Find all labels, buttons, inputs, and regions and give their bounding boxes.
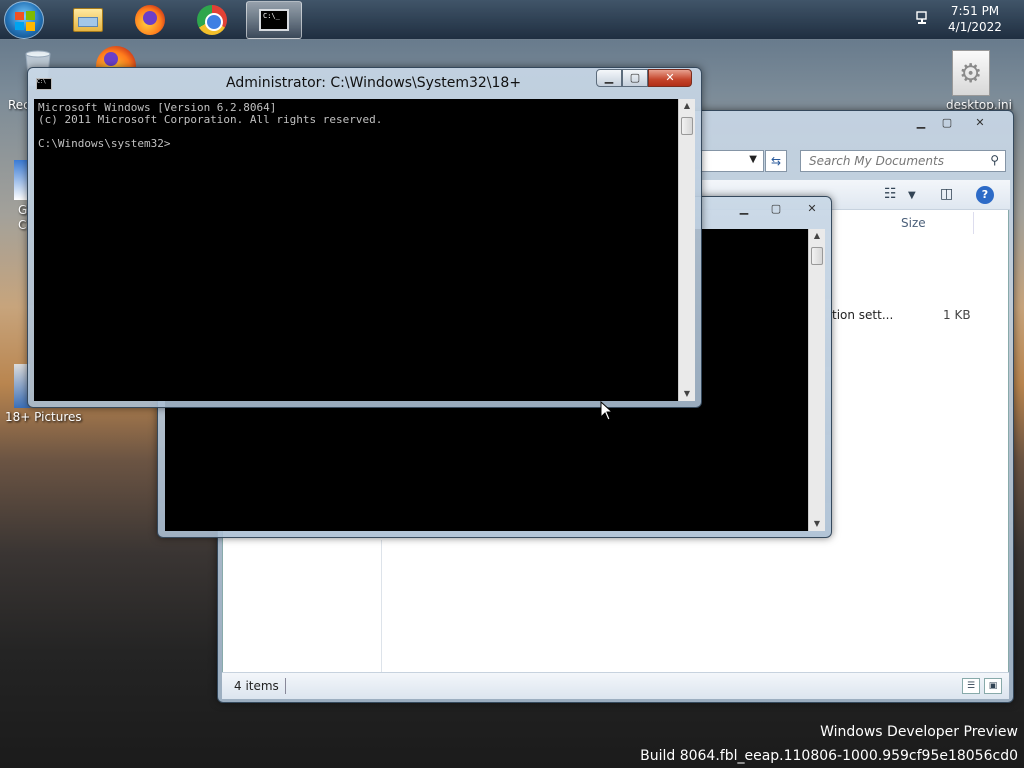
item-count: 4 items [234, 679, 279, 693]
help-icon[interactable]: ? [976, 186, 994, 204]
network-icon[interactable] [915, 10, 931, 26]
console-output[interactable]: Microsoft Windows [Version 6.2.8064] (c)… [34, 99, 678, 401]
cmd-title-icon[interactable]: C:\ [36, 78, 52, 90]
scroll-down-icon[interactable]: ▼ [809, 517, 825, 531]
system-clock[interactable]: 7:51 PM 4/1/2022 [940, 3, 1010, 35]
cmd-window-front: C:\ Administrator: C:\Windows\System32\1… [27, 67, 702, 408]
start-button[interactable] [4, 1, 44, 39]
status-divider [285, 678, 286, 694]
view-options-icon[interactable]: ☷ [884, 186, 897, 202]
taskbar: C:\_ 7:51 PM 4/1/2022 [0, 0, 1024, 40]
scroll-up-icon[interactable]: ▲ [679, 99, 695, 113]
taskbar-cmd-button[interactable]: C:\_ [246, 1, 302, 39]
cmd-front-caption-buttons: ▁ ▢ ✕ [596, 69, 692, 87]
taskbar-firefox-button[interactable] [122, 1, 178, 39]
column-header-size[interactable]: Size [901, 216, 926, 230]
chrome-icon [197, 5, 227, 35]
close-button[interactable]: ✕ [648, 69, 692, 87]
cmd-back-caption-buttons: ▁ ▢ ✕ [728, 201, 832, 219]
status-bar: 4 items ☰ ▣ [222, 672, 1009, 699]
taskbar-chrome-button[interactable] [184, 1, 240, 39]
search-placeholder: Search My Documents [809, 154, 944, 168]
firefox-icon [135, 5, 165, 35]
search-icon[interactable]: ⚲ [990, 153, 999, 167]
watermark-build: Build 8064.fbl_eeap.110806-1000.959cf95e… [640, 748, 1018, 764]
address-bar[interactable]: ▼ [700, 150, 764, 172]
cmd-icon: C:\_ [259, 9, 289, 31]
nav-pane-divider[interactable] [381, 540, 382, 672]
minimize-button[interactable]: ▁ [728, 201, 760, 219]
clock-time: 7:51 PM [950, 4, 1000, 18]
minimize-button[interactable]: ▁ [908, 115, 934, 133]
scroll-down-icon[interactable]: ▼ [679, 387, 695, 401]
watermark-title: Windows Developer Preview [820, 724, 1018, 740]
file-size: 1 KB [943, 308, 971, 322]
chevron-down-icon[interactable]: ▼ [908, 190, 916, 201]
scroll-thumb[interactable] [681, 117, 693, 135]
windows-logo-icon [15, 11, 35, 31]
search-input[interactable]: Search My Documents ⚲ [800, 150, 1006, 172]
column-divider [973, 212, 974, 234]
scrollbar[interactable]: ▲ ▼ [808, 229, 825, 531]
maximize-button[interactable]: ▢ [622, 69, 648, 87]
file-name[interactable]: tion sett... [832, 308, 893, 322]
scroll-thumb[interactable] [811, 247, 823, 265]
settings-file-icon[interactable] [952, 50, 990, 96]
desktop-label-c: C [18, 218, 27, 232]
chevron-down-icon[interactable]: ▼ [749, 154, 757, 165]
scroll-up-icon[interactable]: ▲ [809, 229, 825, 243]
pictures-folder-label[interactable]: 18+ Pictures [5, 410, 82, 424]
desktop-label-g: G [18, 203, 28, 217]
folder-icon [73, 8, 103, 32]
close-button[interactable]: ✕ [960, 115, 1000, 133]
details-view-icon[interactable]: ☰ [962, 678, 980, 694]
refresh-button[interactable]: ⇆ [765, 150, 787, 172]
window-title: Administrator: C:\Windows\System32\18+ [226, 75, 522, 91]
explorer-caption-buttons: ▁ ▢ ✕ [908, 115, 1000, 133]
clock-date: 4/1/2022 [948, 20, 1002, 34]
preview-pane-icon[interactable]: ◫ [940, 186, 953, 202]
maximize-button[interactable]: ▢ [934, 115, 960, 133]
minimize-button[interactable]: ▁ [596, 69, 622, 87]
taskbar-explorer-button[interactable] [60, 1, 116, 39]
maximize-button[interactable]: ▢ [760, 201, 792, 219]
scrollbar[interactable]: ▲ ▼ [678, 99, 695, 401]
firefox-desktop-icon[interactable] [96, 46, 136, 68]
mouse-cursor-icon [600, 401, 614, 421]
close-button[interactable]: ✕ [792, 201, 832, 219]
thumbnail-view-icon[interactable]: ▣ [984, 678, 1002, 694]
